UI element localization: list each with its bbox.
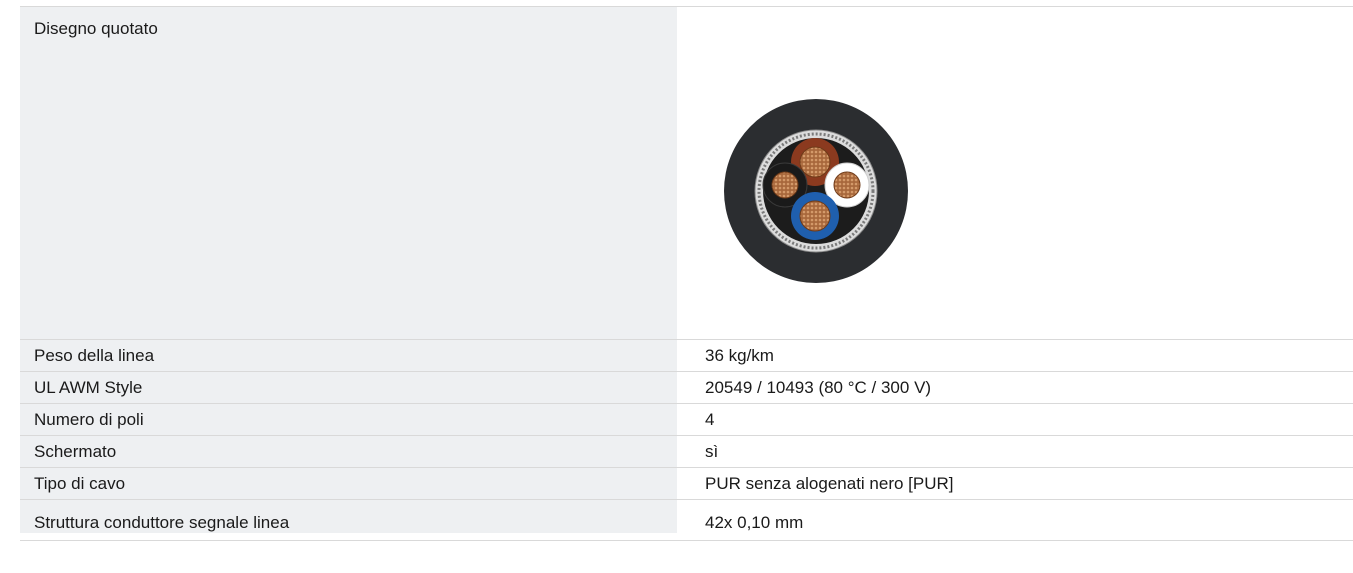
row-label: Peso della linea	[20, 340, 677, 371]
row-value: 4	[677, 404, 1353, 435]
table-row: Struttura conduttore segnale linea 42x 0…	[20, 500, 1353, 541]
row-label: UL AWM Style	[20, 372, 677, 403]
spec-table: Disegno quotato Peso della linea 36 kg/k…	[20, 6, 1353, 541]
core-blue	[791, 192, 839, 240]
table-row-drawing: Disegno quotato	[20, 7, 1353, 340]
row-value: PUR senza alogenati nero [PUR]	[677, 468, 1353, 499]
table-row: Peso della linea 36 kg/km	[20, 340, 1353, 372]
table-row: UL AWM Style 20549 / 10493 (80 °C / 300 …	[20, 372, 1353, 404]
row-label: Disegno quotato	[20, 7, 677, 339]
cable-cross-section-icon	[724, 99, 908, 283]
row-label: Numero di poli	[20, 404, 677, 435]
row-label: Struttura conduttore segnale linea	[20, 500, 677, 533]
table-row: Tipo di cavo PUR senza alogenati nero [P…	[20, 468, 1353, 500]
row-value: 20549 / 10493 (80 °C / 300 V)	[677, 372, 1353, 403]
row-value: 42x 0,10 mm	[677, 500, 1353, 533]
table-row: Schermato sì	[20, 436, 1353, 468]
row-value: 36 kg/km	[677, 340, 1353, 371]
table-row: Numero di poli 4	[20, 404, 1353, 436]
row-label: Schermato	[20, 436, 677, 467]
row-value: sì	[677, 436, 1353, 467]
row-label: Tipo di cavo	[20, 468, 677, 499]
row-value	[677, 7, 1353, 339]
